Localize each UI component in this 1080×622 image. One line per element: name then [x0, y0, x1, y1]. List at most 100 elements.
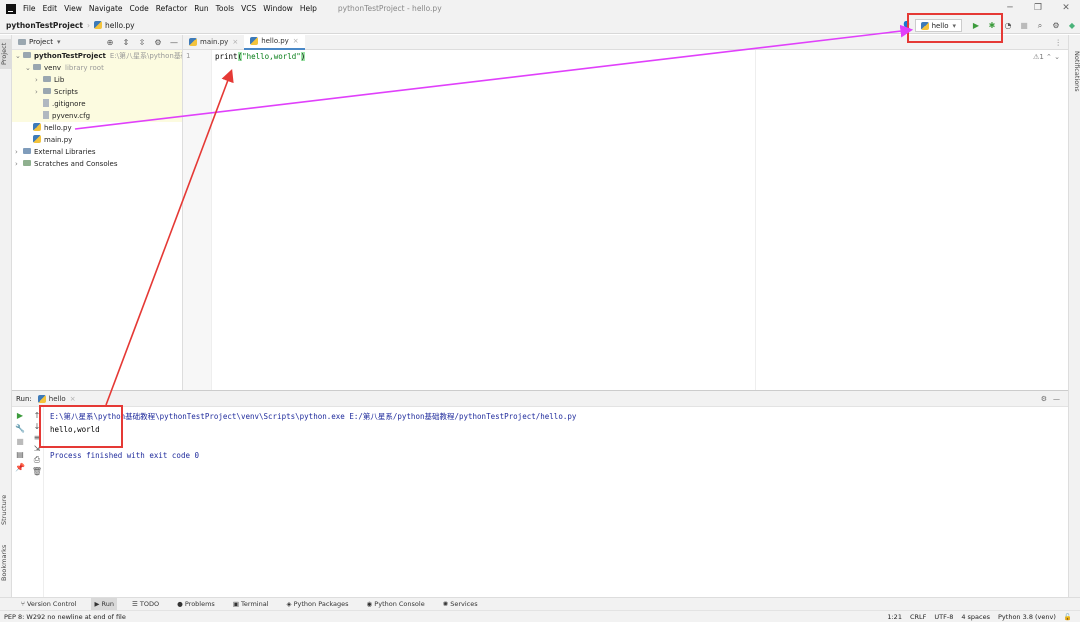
tab-python-console[interactable]: ◉ Python Console — [364, 598, 428, 610]
tab-label: TODO — [139, 600, 160, 608]
structure-tool-tab[interactable]: Structure — [0, 490, 12, 530]
menu-help[interactable]: Help — [300, 4, 317, 13]
close-icon[interactable]: ✕ — [1052, 0, 1080, 17]
bookmarks-tool-tab[interactable]: Bookmarks — [0, 540, 12, 586]
rerun-icon[interactable]: ▶ — [14, 411, 26, 420]
menu-edit[interactable]: Edit — [43, 4, 58, 13]
tree-item-hint: E:\第八星系\python基础教 — [109, 52, 182, 60]
run-panel-label: Run: — [16, 394, 32, 403]
stop-icon[interactable]: ■ — [1018, 21, 1030, 30]
menu-tools[interactable]: Tools — [216, 4, 234, 13]
tab-terminal[interactable]: ▣ Terminal — [230, 598, 272, 610]
tab-run[interactable]: ▶ Run — [91, 598, 117, 610]
tree-item[interactable]: › Scripts — [12, 86, 182, 98]
python-file-icon — [189, 38, 197, 46]
notifications-tool-tab[interactable]: Notifications — [1069, 41, 1080, 101]
project-tool-tab[interactable]: Project — [0, 39, 12, 69]
gear-icon[interactable]: ⚙ — [1041, 395, 1047, 403]
chevron-right-icon[interactable]: › — [35, 86, 43, 98]
chevron-up-icon[interactable]: ⌃ — [1046, 53, 1052, 61]
chevron-right-icon[interactable]: › — [15, 146, 23, 158]
chevron-down-icon[interactable]: ▾ — [57, 38, 61, 46]
menu-window[interactable]: Window — [263, 4, 293, 13]
tree-item[interactable]: ⌄ pythonTestProjectE:\第八星系\python基础教 — [12, 50, 182, 62]
coverage-icon[interactable]: ◔ — [1002, 21, 1014, 30]
stop-icon[interactable]: ■ — [14, 437, 26, 446]
breadcrumb-project[interactable]: pythonTestProject — [6, 21, 83, 30]
code-line[interactable]: print("hello,world") — [215, 52, 306, 61]
console-output[interactable]: E:\第八星系\python基础教程\pythonTestProject\ven… — [50, 410, 576, 462]
locate-icon[interactable]: ⊕ — [104, 38, 116, 47]
menu-run[interactable]: Run — [194, 4, 208, 13]
breadcrumb-file[interactable]: hello.py — [105, 21, 135, 30]
tree-item[interactable]: › Scratches and Consoles — [12, 158, 182, 170]
chevron-down-icon[interactable]: ⌄ — [25, 62, 33, 74]
indent-setting[interactable]: 4 spaces — [961, 613, 990, 621]
expand-all-icon[interactable]: ⇕ — [120, 38, 132, 47]
trash-icon[interactable]: 🗑 — [31, 467, 43, 476]
hide-icon[interactable]: — — [1053, 395, 1060, 403]
jetbrains-icon[interactable]: ◆ — [1066, 21, 1078, 30]
project-panel-title[interactable]: Project — [29, 38, 53, 46]
gear-icon[interactable]: ⚙ — [1050, 21, 1062, 30]
project-tree: ⌄pythonTestProjectE:\第八星系\python基础教⌄venv… — [12, 50, 182, 170]
tab-todo[interactable]: ☰ TODO — [129, 598, 162, 610]
tab-version-control[interactable]: ⑂ Version Control — [18, 598, 79, 610]
restore-icon[interactable]: ❐ — [1024, 0, 1052, 17]
tree-item[interactable]: › External Libraries — [12, 146, 182, 158]
collapse-all-icon[interactable]: ⇳ — [136, 38, 148, 47]
tab-hello-py[interactable]: hello.py × — [244, 34, 305, 50]
wrench-icon[interactable]: 🔧 — [14, 424, 26, 433]
status-message[interactable]: PEP 8: W292 no newline at end of file — [4, 613, 126, 621]
annotation-box-output — [39, 405, 123, 448]
tree-item[interactable]: main.py — [12, 134, 182, 146]
tab-problems[interactable]: ● Problems — [174, 598, 218, 610]
menu-file[interactable]: File — [23, 4, 36, 13]
menu-refactor[interactable]: Refactor — [156, 4, 187, 13]
close-tab-icon[interactable]: × — [232, 38, 238, 46]
gear-icon[interactable]: ⚙ — [152, 38, 164, 47]
lock-icon[interactable]: 🔓 — [1064, 613, 1072, 621]
menu-code[interactable]: Code — [130, 4, 149, 13]
inspection-widget[interactable]: ⚠1 ⌃ ⌄ — [1033, 53, 1060, 61]
tab-services[interactable]: ✺ Services — [440, 598, 481, 610]
tree-item[interactable]: pyvenv.cfg — [12, 110, 182, 122]
tree-item[interactable]: hello.py — [12, 122, 182, 134]
run-panel: Run: hello × ⚙ — ▶ 🔧 ■ ▤ 📌 ↑ ↓ ≡ ⇲ ⎙ 🗑 E… — [12, 390, 1068, 598]
hide-icon[interactable]: — — [168, 38, 180, 47]
tab-label: main.py — [200, 38, 229, 46]
tree-item[interactable]: .gitignore — [12, 98, 182, 110]
python-file-icon — [37, 394, 46, 403]
tab-python-packages[interactable]: ◈ Python Packages — [284, 598, 352, 610]
chevron-down-icon[interactable]: ⌄ — [1054, 53, 1060, 61]
print-icon[interactable]: ⎙ — [31, 455, 43, 465]
close-tab-icon[interactable]: × — [70, 395, 76, 403]
code-string: "hello,world" — [242, 52, 301, 61]
chevron-right-icon[interactable]: › — [35, 74, 43, 86]
chevron-down-icon[interactable]: ⌄ — [15, 50, 23, 62]
caret-position[interactable]: 1:21 — [887, 613, 902, 621]
tab-main-py[interactable]: main.py × — [183, 35, 244, 50]
tab-label: hello.py — [261, 37, 289, 45]
folder-icon — [43, 88, 51, 94]
tree-item[interactable]: ⌄ venv library root — [12, 62, 182, 74]
menu-navigate[interactable]: Navigate — [89, 4, 123, 13]
tree-item[interactable]: › Lib — [12, 74, 182, 86]
code-function: print — [215, 52, 238, 61]
menu-view[interactable]: View — [64, 4, 82, 13]
interpreter-select[interactable]: Python 3.8 (venv) — [998, 613, 1056, 621]
file-encoding[interactable]: UTF-8 — [934, 613, 953, 621]
tree-item-label: pyvenv.cfg — [52, 112, 91, 120]
chevron-right-icon[interactable]: › — [15, 158, 23, 170]
layout-icon[interactable]: ▤ — [14, 450, 26, 459]
pin-icon[interactable]: 📌 — [14, 463, 26, 472]
close-tab-icon[interactable]: × — [293, 37, 299, 45]
search-icon[interactable]: ⌕ — [1034, 21, 1046, 31]
tree-item-hint: library root — [65, 64, 104, 72]
line-separator[interactable]: CRLF — [910, 613, 926, 621]
menu-vcs[interactable]: VCS — [241, 4, 256, 13]
console-stdout: hello,world — [50, 425, 100, 434]
line-number: 1 — [186, 52, 191, 60]
file-icon — [43, 99, 49, 107]
more-icon[interactable]: ⋮ — [1055, 38, 1063, 47]
